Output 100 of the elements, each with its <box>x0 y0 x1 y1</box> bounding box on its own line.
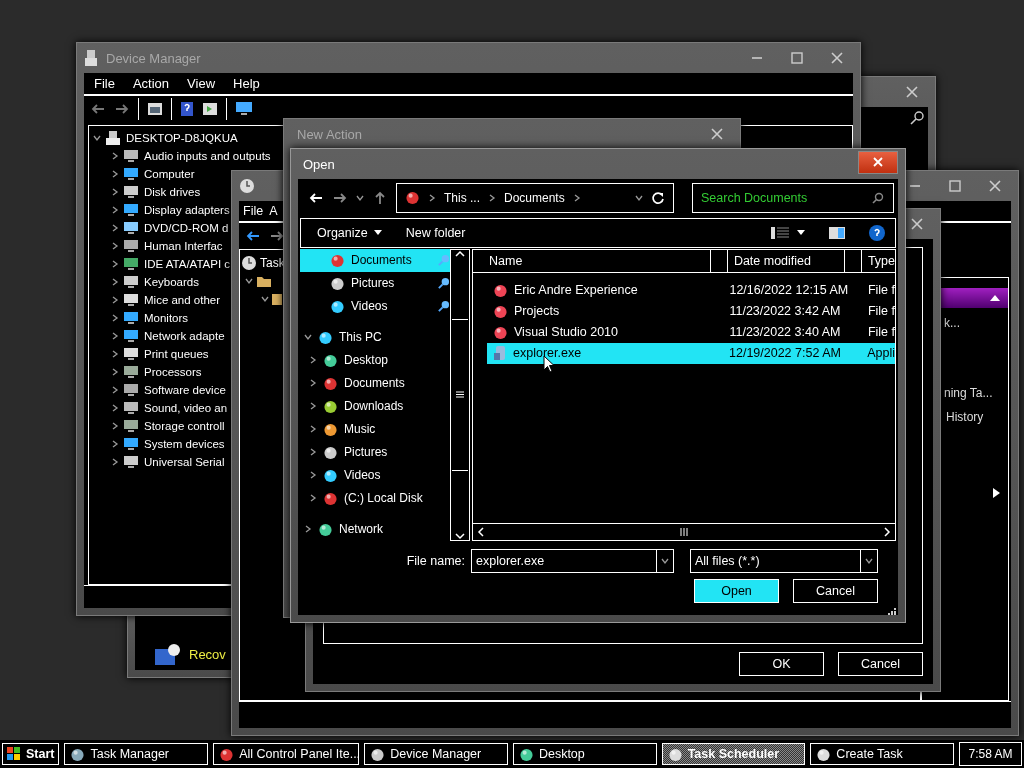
tree-item[interactable]: Audio inputs and outputs <box>144 150 271 162</box>
dropdown-button[interactable] <box>657 548 674 573</box>
separator-icon[interactable] <box>572 193 581 202</box>
control-panel-item[interactable]: Recov <box>189 647 226 662</box>
file-row[interactable]: Eric Andre Experience 12/16/2022 12:15 AM File f <box>487 279 895 301</box>
chevron-icon[interactable] <box>304 333 312 342</box>
chevron-icon[interactable] <box>111 422 119 430</box>
nav-item[interactable]: Downloads <box>300 394 450 418</box>
preview-pane-icon[interactable] <box>829 226 845 239</box>
taskbar-button[interactable]: All Control Panel Ite... <box>213 743 360 765</box>
chevron-icon[interactable] <box>111 440 119 448</box>
chevron-icon[interactable] <box>111 368 119 376</box>
nav-item[interactable]: Videos <box>300 463 450 487</box>
chevron-icon[interactable] <box>111 332 119 340</box>
dropdown-icon[interactable] <box>797 230 805 236</box>
close-button[interactable] <box>858 150 898 174</box>
nav-item[interactable]: Documents <box>300 248 450 272</box>
menu-item[interactable]: View <box>187 76 216 91</box>
column-header[interactable]: Type <box>861 249 895 272</box>
refresh-icon[interactable] <box>651 190 665 205</box>
tree-item[interactable]: Network adapte <box>144 330 225 342</box>
separator-icon[interactable] <box>428 193 436 202</box>
forward-arrow-icon[interactable] <box>332 190 348 205</box>
scroll-up-icon[interactable] <box>455 249 465 258</box>
chevron-icon[interactable] <box>111 278 119 286</box>
forward-arrow-icon[interactable] <box>269 229 285 243</box>
chevron-icon[interactable] <box>245 277 253 285</box>
file-type-dropdown[interactable]: All files (*.*) <box>690 548 878 573</box>
chevron-icon[interactable] <box>111 350 119 358</box>
tree-item[interactable]: Display adapters <box>144 204 230 216</box>
sidebar-link[interactable]: k... <box>944 316 960 330</box>
menu-item[interactable]: A <box>269 204 278 218</box>
cancel-button[interactable]: Cancel <box>838 652 923 676</box>
properties-icon[interactable] <box>147 102 163 116</box>
chevron-icon[interactable] <box>111 314 119 322</box>
collapse-icon[interactable] <box>990 294 1000 302</box>
nav-item[interactable]: Desktop <box>300 348 450 372</box>
chevron-icon[interactable] <box>111 296 119 304</box>
taskbar-button[interactable]: Create Task <box>810 743 955 765</box>
column-header[interactable]: Name <box>473 249 711 272</box>
chevron-icon[interactable] <box>309 379 317 388</box>
tree-item[interactable]: Sound, video an <box>144 402 228 414</box>
forward-arrow-icon[interactable] <box>114 102 130 116</box>
breadcrumb[interactable]: This ... <box>444 190 480 205</box>
cancel-button[interactable]: Cancel <box>793 579 878 603</box>
chevron-icon[interactable] <box>309 402 317 411</box>
nav-item[interactable]: Videos <box>300 294 450 318</box>
expand-icon[interactable] <box>993 488 1000 498</box>
chevron-icon[interactable] <box>309 425 317 434</box>
dropdown-icon[interactable] <box>865 556 873 565</box>
tree-item[interactable]: DESKTOP-D8JQKUA <box>126 132 238 144</box>
search-field[interactable]: Search Documents <box>692 182 894 213</box>
new-folder-button[interactable]: New folder <box>399 225 476 240</box>
tree-item[interactable]: Software device <box>144 384 226 396</box>
chevron-icon[interactable] <box>111 458 119 466</box>
close-icon[interactable] <box>911 218 923 230</box>
organize-button[interactable]: Organize <box>311 225 392 240</box>
chevron-icon[interactable] <box>111 242 119 250</box>
chevron-icon[interactable] <box>304 525 312 534</box>
scroll-left-icon[interactable] <box>477 526 485 537</box>
chevron-icon[interactable] <box>111 170 119 178</box>
tree-item[interactable]: Processors <box>144 366 202 378</box>
menu-item[interactable]: File <box>243 204 264 218</box>
tree-item[interactable]: Storage controll <box>144 420 225 432</box>
close-icon[interactable] <box>711 128 723 140</box>
tree-item[interactable]: Mice and other <box>144 294 221 306</box>
tree-item[interactable]: Monitors <box>144 312 189 324</box>
menu-item[interactable]: File <box>94 76 115 91</box>
nav-item[interactable]: Pictures <box>300 271 450 295</box>
tree-item[interactable]: System devices <box>144 438 225 450</box>
column-header[interactable]: Date modified <box>727 249 845 272</box>
tree-item[interactable]: DVD/CD-ROM d <box>144 222 229 234</box>
tree-item[interactable]: Human Interfac <box>144 240 223 252</box>
file-name-field[interactable]: explorer.exe <box>471 548 657 573</box>
nav-item[interactable]: Documents <box>300 371 450 395</box>
tree-item[interactable]: Keyboards <box>144 276 199 288</box>
caret-icon[interactable] <box>661 556 669 565</box>
chevron-icon[interactable] <box>309 448 317 457</box>
file-row[interactable]: explorer.exe 12/19/2022 7:52 AM Appli <box>487 342 895 364</box>
scroll-down-icon[interactable] <box>455 531 465 540</box>
breadcrumb[interactable]: Documents <box>504 190 565 205</box>
tree-item[interactable]: Print queues <box>144 348 209 360</box>
chevron-icon[interactable] <box>111 188 119 196</box>
taskbar-button[interactable]: Task Manager <box>64 743 209 765</box>
address-bar[interactable]: This ... Documents <box>396 182 674 213</box>
nav-item[interactable]: This PC <box>300 325 450 349</box>
tree-item[interactable]: IDE ATA/ATAPI c <box>144 258 231 270</box>
close-icon[interactable] <box>831 52 843 64</box>
ok-button[interactable]: OK <box>739 652 824 676</box>
chevron-icon[interactable] <box>261 295 269 303</box>
sidebar-link[interactable]: ning Ta... <box>944 386 993 400</box>
sidebar-link[interactable]: History <box>946 410 984 424</box>
chevron-icon[interactable] <box>111 206 119 214</box>
view-icon[interactable] <box>771 225 789 240</box>
chevron-icon[interactable] <box>111 224 119 232</box>
maximize-icon[interactable] <box>949 180 961 192</box>
back-arrow-icon[interactable] <box>308 190 324 205</box>
close-icon[interactable] <box>906 86 918 98</box>
start-button[interactable]: Start <box>2 743 60 765</box>
tree-item[interactable]: Task <box>260 256 285 270</box>
